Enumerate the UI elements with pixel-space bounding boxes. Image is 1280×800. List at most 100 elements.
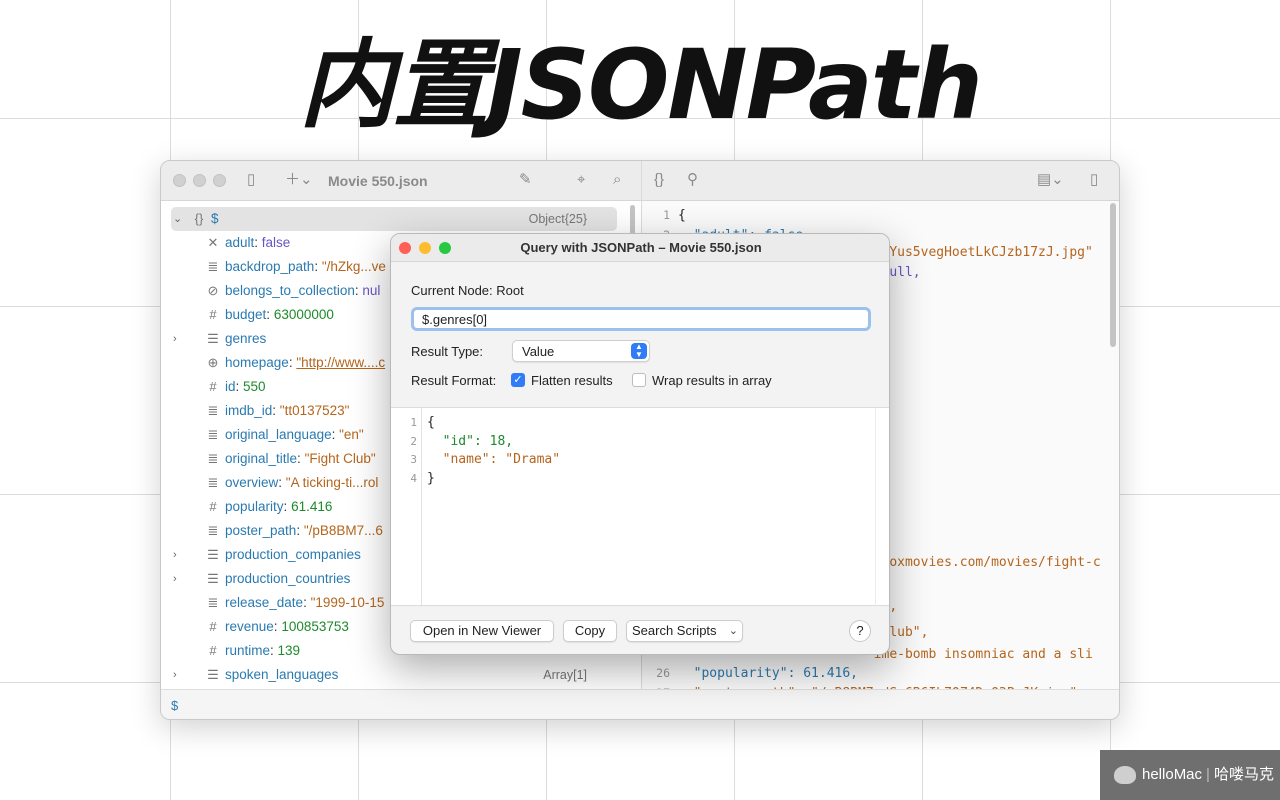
tree-value: nul	[362, 283, 381, 298]
tree-value: 63000000	[273, 307, 334, 322]
text-icon: ≣	[207, 427, 219, 442]
line-number: 4	[410, 471, 417, 485]
status-bar: $	[161, 689, 1119, 719]
tree-key: popularity	[225, 499, 284, 514]
tree-value: 139	[277, 643, 301, 658]
tree-key: genres	[225, 331, 267, 346]
x-icon: ✕	[207, 235, 219, 250]
zoom-window-button[interactable]	[213, 174, 226, 187]
tree-value: "Fight Club"	[304, 451, 376, 466]
chevron-down-icon: ⌄	[728, 625, 738, 637]
jsonpath-query-dialog: Query with JSONPath – Movie 550.json Cur…	[390, 233, 890, 655]
search-scripts-label: Search Scripts	[632, 623, 717, 638]
edit-icon[interactable]: ✎	[519, 171, 532, 189]
wrap-results-checkbox[interactable]	[632, 373, 646, 387]
tree-key: belongs_to_collection	[225, 283, 355, 298]
tree-key: imdb_id	[225, 403, 273, 418]
tree-value[interactable]: "http://www....c	[296, 355, 385, 370]
tree-row-spoken-languages[interactable]: › ☰ spoken_languages Array[1]	[171, 663, 617, 687]
format-menu-icon[interactable]: ▤⌄	[1037, 171, 1064, 189]
help-button[interactable]: ?	[849, 620, 871, 642]
copy-button[interactable]: Copy	[563, 620, 617, 642]
code-text: "popularity": 61.416,	[678, 666, 859, 681]
line-number: 1	[410, 416, 417, 429]
dialog-title: Query with JSONPath – Movie 550.json	[520, 240, 762, 255]
chevron-up-down-icon: ▲ ▼	[631, 343, 647, 359]
hash-icon: #	[209, 619, 217, 634]
tree-value: "A ticking-ti...rol	[285, 475, 379, 490]
current-path: $	[171, 698, 179, 713]
watermark-cn: 哈喽马克	[1213, 766, 1274, 783]
list-icon: ☰	[207, 331, 219, 346]
chevron-right-icon[interactable]: ›	[173, 543, 177, 567]
tree-key: budget	[225, 307, 267, 322]
braces-icon[interactable]: {}	[654, 171, 664, 189]
watermark: helloMac | 哈喽马克	[1100, 750, 1280, 800]
dialog-titlebar: Query with JSONPath – Movie 550.json	[391, 234, 889, 262]
tree-value: 100853753	[281, 619, 349, 634]
code-line: 1{	[642, 205, 686, 225]
search-scripts-button[interactable]: Search Scripts ⌄	[626, 620, 743, 642]
result-scroll-track[interactable]	[875, 408, 876, 607]
open-in-new-viewer-button[interactable]: Open in New Viewer	[410, 620, 554, 642]
tree-key: revenue	[225, 619, 274, 634]
result-line: 1{	[391, 413, 434, 432]
line-number: 26	[656, 666, 670, 680]
inspector-toggle-icon[interactable]: ▯	[1090, 171, 1098, 189]
chevron-right-icon[interactable]: ›	[173, 567, 177, 591]
hash-icon: #	[209, 307, 217, 322]
result-line: 4}	[391, 469, 434, 488]
list-icon: ☰	[207, 547, 219, 562]
tree-key: $	[211, 211, 219, 226]
result-text: "name": "Drama"	[427, 452, 561, 467]
tree-key: production_countries	[225, 571, 351, 586]
tree-root-row[interactable]: ⌄ {} $ Object{25}	[171, 207, 617, 231]
hash-icon: #	[209, 499, 217, 514]
text-icon: ≣	[207, 259, 219, 274]
chevron-down-icon[interactable]: ⌄	[173, 207, 182, 231]
result-line: 2 "id": 18,	[391, 432, 513, 451]
search-icon[interactable]: ⌕	[613, 171, 621, 189]
tree-type: Object{25}	[528, 212, 587, 226]
tree-key: release_date	[225, 595, 304, 610]
tree-value: "tt0137523"	[279, 403, 350, 418]
line-number: 3	[410, 453, 417, 466]
list-icon: ☰	[207, 571, 219, 586]
hash-icon: #	[209, 379, 217, 394]
result-type-select[interactable]: Value ▲ ▼	[512, 340, 650, 362]
text-icon: ≣	[207, 403, 219, 418]
chevron-right-icon[interactable]: ›	[173, 327, 177, 351]
tree-value: 61.416	[291, 499, 333, 514]
tree-value: "en"	[339, 427, 364, 442]
result-text: "id": 18,	[427, 433, 514, 449]
crosshair-icon[interactable]: ⌖	[577, 171, 585, 189]
wrap-results-label[interactable]: Wrap results in array	[652, 373, 772, 388]
jsonpath-query-input[interactable]	[411, 307, 871, 331]
tree-key: runtime	[225, 643, 271, 658]
code-line: 26 "popularity": 61.416,	[642, 663, 858, 683]
window-title: Movie 550.json	[328, 173, 428, 189]
braces-icon: {}	[194, 211, 204, 226]
flatten-results-label[interactable]: Flatten results	[531, 373, 613, 388]
tree-key: adult	[225, 235, 255, 250]
watermark-brand: helloMac	[1142, 766, 1203, 783]
minimize-window-button[interactable]	[193, 174, 206, 187]
code-scrollbar[interactable]	[1110, 203, 1116, 347]
close-window-button[interactable]	[173, 174, 186, 187]
sidebar-toggle-icon[interactable]: ▯	[247, 171, 255, 189]
tree-key: homepage	[225, 355, 289, 370]
text-icon: ≣	[207, 451, 219, 466]
flatten-results-checkbox[interactable]: ✓	[511, 373, 525, 387]
hash-icon: #	[209, 643, 217, 658]
tree-value: "1999-10-15	[310, 595, 385, 610]
current-node-label: Current Node: Root	[411, 283, 524, 298]
add-menu-icon[interactable]: ＋⌄	[285, 171, 313, 189]
chevron-right-icon[interactable]: ›	[173, 663, 177, 687]
result-line: 3 "name": "Drama"	[391, 450, 560, 469]
path-icon[interactable]: ⚲	[687, 171, 698, 189]
line-number: 1	[663, 208, 670, 222]
tree-key: original_language	[225, 427, 332, 442]
tree-key: overview	[225, 475, 279, 490]
result-format-label: Result Format:	[411, 373, 497, 388]
result-type-value: Value	[522, 344, 555, 359]
